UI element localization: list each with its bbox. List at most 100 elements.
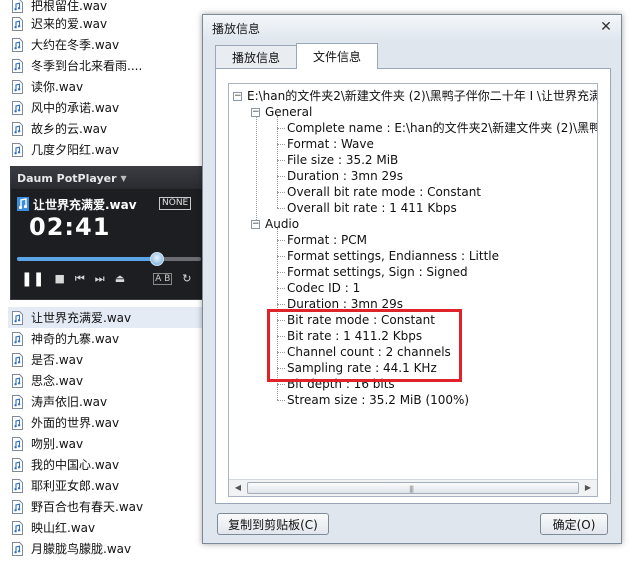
audio-file-icon: [12, 121, 23, 136]
audio-file-icon: [12, 58, 23, 73]
file-list-item[interactable]: 月朦胧鸟朦胧.wav: [12, 538, 131, 559]
file-list-item[interactable]: 外面的世界.wav: [12, 412, 119, 433]
none-badge[interactable]: NONE: [159, 197, 192, 210]
audio-file-icon: [12, 436, 23, 451]
copy-to-clipboard-button[interactable]: 复制到剪贴板(C): [217, 513, 329, 535]
tree-item[interactable]: Codec ID : 1: [287, 280, 360, 296]
tree-line: [256, 117, 257, 220]
audio-file-icon: [12, 37, 23, 52]
player-title-bar[interactable]: Daum PotPlayer ▼: [11, 167, 205, 189]
file-list-item[interactable]: 涛声依旧.wav: [12, 391, 107, 412]
file-list-item[interactable]: 映山红.wav: [12, 517, 95, 538]
tree-line: [277, 240, 285, 241]
file-list-item[interactable]: 野百合也有春天.wav: [12, 496, 143, 517]
scroll-right-icon[interactable]: ▶: [581, 482, 595, 494]
potplayer-window[interactable]: Daum PotPlayer ▼ 让世界充满爱.wav NONE 02:41 ❚…: [10, 166, 206, 300]
ab-repeat-icon[interactable]: A B: [153, 273, 173, 285]
next-icon[interactable]: ⏭: [95, 272, 105, 286]
file-list-item[interactable]: 风中的承诺.wav: [12, 97, 119, 118]
scrollbar-thumb[interactable]: |||: [247, 482, 579, 494]
tree-line: [277, 192, 285, 193]
file-list-item[interactable]: 读你.wav: [12, 76, 83, 97]
file-name: 外面的世界.wav: [31, 416, 120, 430]
file-list-item[interactable]: 大约在冬季.wav: [12, 34, 119, 55]
audio-file-icon: [12, 415, 23, 430]
file-name: 迟来的爱.wav: [31, 17, 108, 31]
tree-item[interactable]: Overall bit rate : 1 411 Kbps: [287, 200, 457, 216]
tree-section-general[interactable]: General: [265, 104, 312, 120]
horizontal-scrollbar[interactable]: ◀ ||| ▶: [229, 479, 597, 496]
highlight-annotation: [267, 309, 462, 382]
audio-file-icon: [12, 373, 23, 388]
pause-icon[interactable]: ❚❚: [21, 272, 44, 286]
now-playing-row: 让世界充满爱.wav NONE: [17, 196, 205, 212]
audio-file-icon: [12, 499, 23, 514]
file-list-item[interactable]: 故乡的云.wav: [12, 118, 107, 139]
file-list-item[interactable]: 思念.wav: [12, 370, 83, 391]
tree-line: [277, 256, 285, 257]
file-name: 大约在冬季.wav: [31, 38, 120, 52]
file-info-panel: − E:\han的文件夹2\新建文件夹 (2)\黑鸭子伴你二十年 I \让世界充满…: [215, 68, 611, 504]
file-list-item[interactable]: 冬季到台北来看雨....: [12, 55, 142, 76]
tree-line: [277, 288, 285, 289]
file-list-item[interactable]: 我的中国心.wav: [12, 454, 119, 475]
expander-general-icon[interactable]: −: [251, 108, 260, 117]
tree-item[interactable]: Format settings, Sign : Signed: [287, 264, 468, 280]
file-list-item[interactable]: 神奇的九寨.wav: [12, 328, 119, 349]
tree-root[interactable]: E:\han的文件夹2\新建文件夹 (2)\黑鸭子伴你二十年 I \让世界充满: [247, 88, 597, 104]
ok-button[interactable]: 确定(O): [540, 513, 608, 535]
tree-item[interactable]: File size : 35.2 MiB: [287, 152, 398, 168]
tree-section-audio[interactable]: Audio: [265, 216, 299, 232]
grip-icon: |||: [409, 485, 414, 493]
seek-knob[interactable]: [149, 252, 164, 266]
file-list-item[interactable]: 吻别.wav: [12, 433, 83, 454]
file-name: 把根留住.wav: [31, 0, 108, 13]
tree-item[interactable]: Format settings, Endianness : Little: [287, 248, 499, 264]
eject-icon[interactable]: ⏏: [115, 272, 125, 286]
elapsed-time: 02:41: [29, 213, 111, 241]
player-controls: ❚❚ ■ ⏮ ⏭ ⏏ A B ↻: [21, 271, 201, 287]
dialog-title-bar[interactable]: 播放信息: [203, 15, 621, 41]
audio-file-icon: [12, 79, 23, 94]
seek-bar-fill: [17, 257, 157, 261]
music-note-icon: [17, 197, 29, 211]
tree-item[interactable]: Overall bit rate mode : Constant: [287, 184, 481, 200]
file-name: 涛声依旧.wav: [31, 395, 108, 409]
audio-file-icon: [12, 541, 23, 556]
audio-file-icon: [12, 520, 23, 535]
file-name: 思念.wav: [31, 374, 84, 388]
previous-icon[interactable]: ⏮: [75, 272, 85, 286]
audio-file-icon: [12, 0, 23, 13]
tree-item[interactable]: Stream size : 35.2 MiB (100%): [287, 392, 469, 408]
player-title: Daum PotPlayer: [17, 171, 117, 185]
tree-item[interactable]: Format : Wave: [287, 136, 374, 152]
stop-icon[interactable]: ■: [54, 272, 64, 286]
tree-item[interactable]: Complete name : E:\han的文件夹2\新建文件夹 (2)\黑鸭…: [287, 120, 597, 136]
expander-audio-icon[interactable]: −: [251, 220, 260, 229]
file-list-item[interactable]: 让世界充满爱.wav: [8, 307, 204, 328]
tab-file-info[interactable]: 文件信息: [296, 43, 379, 69]
file-list-item[interactable]: 迟来的爱.wav: [12, 13, 107, 34]
menu-caret-icon[interactable]: ▼: [121, 174, 127, 183]
audio-file-icon: [12, 310, 23, 325]
file-name: 几度夕阳红.wav: [31, 143, 120, 157]
tree-item[interactable]: Format : PCM: [287, 232, 367, 248]
media-info-tree[interactable]: − E:\han的文件夹2\新建文件夹 (2)\黑鸭子伴你二十年 I \让世界充满…: [228, 83, 598, 497]
file-list-item[interactable]: 几度夕阳红.wav: [12, 139, 119, 160]
close-icon[interactable]: ✕: [598, 19, 614, 35]
tree-item[interactable]: Duration : 3mn 29s: [287, 168, 403, 184]
tab-playback-info[interactable]: 播放信息: [215, 45, 298, 69]
repeat-icon[interactable]: ↻: [182, 272, 191, 286]
tree-line: [277, 144, 285, 145]
file-name: 耶利亚女郎.wav: [31, 479, 120, 493]
file-list-item[interactable]: 是否.wav: [12, 349, 83, 370]
tree-line: [277, 208, 285, 209]
scroll-left-icon[interactable]: ◀: [231, 482, 245, 494]
file-name: 月朦胧鸟朦胧.wav: [31, 542, 132, 556]
seek-bar[interactable]: [17, 252, 201, 266]
file-list-item[interactable]: 耶利亚女郎.wav: [12, 475, 119, 496]
audio-file-icon: [12, 100, 23, 115]
file-name: 冬季到台北来看雨....: [31, 59, 143, 73]
expander-root-icon[interactable]: −: [233, 92, 242, 101]
audio-file-icon: [12, 142, 23, 157]
